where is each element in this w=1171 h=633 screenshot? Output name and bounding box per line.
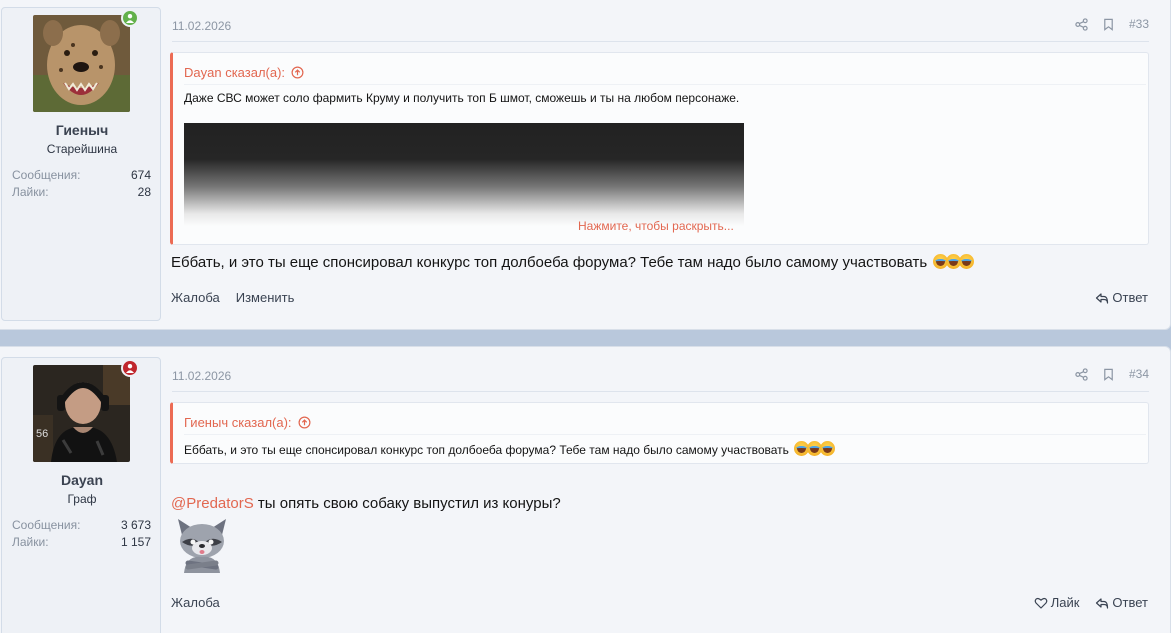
stat-messages: Сообщения: 674 bbox=[12, 168, 151, 182]
post-footer-left: Жалоба bbox=[171, 595, 220, 610]
user-info-panel: 56 Dayan Граф Сообщения: 3 673 Лайки: 1 … bbox=[1, 357, 161, 633]
share-icon[interactable] bbox=[1075, 367, 1088, 381]
expand-quote-link[interactable]: Нажмите, чтобы раскрыть... bbox=[578, 219, 734, 233]
post-message: Еббать, и это ты еще спонсировал конкурс… bbox=[171, 254, 975, 271]
stat-likes: Лайки: 1 157 bbox=[12, 535, 151, 549]
stat-label: Сообщения: bbox=[12, 518, 81, 532]
quote-header[interactable]: Dayan сказал(а): bbox=[184, 61, 1146, 85]
reply-label[interactable]: Ответ bbox=[1112, 595, 1148, 610]
quote-text: Еббать, и это ты еще спонсировал конкурс… bbox=[184, 441, 836, 457]
stat-likes: Лайки: 28 bbox=[12, 185, 151, 199]
arrow-up-circle-icon[interactable] bbox=[298, 416, 311, 429]
post-footer-left: Жалоба Изменить bbox=[171, 290, 294, 305]
stat-label: Сообщения: bbox=[12, 168, 81, 182]
username[interactable]: Гиеныч bbox=[2, 122, 162, 138]
quote-author[interactable]: Гиеныч сказал(а): bbox=[184, 415, 292, 430]
edit-button[interactable]: Изменить bbox=[236, 290, 295, 305]
like-button[interactable]: Лайк bbox=[1034, 595, 1080, 610]
stat-label: Лайки: bbox=[12, 185, 49, 199]
message-text: ты опять свою собаку выпустил из конуры? bbox=[253, 495, 561, 512]
avatar[interactable]: 56 bbox=[33, 365, 130, 462]
reply-icon bbox=[1096, 597, 1109, 609]
reply-icon bbox=[1096, 292, 1109, 304]
bookmark-icon[interactable] bbox=[1102, 368, 1115, 381]
post-date[interactable]: 11.02.2026 bbox=[172, 19, 231, 33]
quote-text: Даже СВС может соло фармить Круму и полу… bbox=[184, 91, 740, 105]
reply-button[interactable]: Ответ bbox=[1095, 290, 1148, 305]
post-number[interactable]: #33 bbox=[1129, 17, 1149, 31]
user-title: Старейшина bbox=[46, 142, 118, 156]
post-top-actions: #33 bbox=[1075, 17, 1149, 31]
online-status-icon bbox=[121, 9, 139, 27]
message-text: Еббать, и это ты еще спонсировал конкурс… bbox=[171, 254, 928, 271]
post-33: Гиеныч Старейшина Сообщения: 674 Лайки: … bbox=[0, 0, 1171, 330]
share-icon[interactable] bbox=[1075, 17, 1088, 31]
quote-block: Гиеныч сказал(а): Еббать, и это ты еще с… bbox=[170, 402, 1149, 464]
quote-text-content: Еббать, и это ты еще спонсировал конкурс… bbox=[184, 443, 789, 457]
svg-text:56: 56 bbox=[36, 428, 48, 440]
bookmark-icon[interactable] bbox=[1102, 18, 1115, 31]
avatar[interactable] bbox=[33, 15, 130, 112]
stat-value: 28 bbox=[137, 185, 151, 199]
user-title: Граф bbox=[67, 492, 97, 506]
like-label[interactable]: Лайк bbox=[1051, 595, 1080, 610]
quote-header[interactable]: Гиеныч сказал(а): bbox=[184, 411, 1146, 435]
post-message: @PredatorS ты опять свою собаку выпустил… bbox=[171, 495, 561, 512]
stat-value: 1 157 bbox=[120, 535, 151, 549]
heart-icon bbox=[1034, 597, 1048, 609]
quote-block: Dayan сказал(а): Даже СВС может соло фар… bbox=[170, 52, 1149, 245]
report-button[interactable]: Жалоба bbox=[171, 595, 220, 610]
quote-author[interactable]: Dayan сказал(а): bbox=[184, 65, 285, 80]
busy-status-icon bbox=[121, 359, 139, 377]
arrow-up-circle-icon[interactable] bbox=[291, 66, 304, 79]
post-footer-right: Лайк Ответ bbox=[1034, 595, 1148, 610]
header-divider bbox=[172, 391, 1149, 392]
post-34: 56 Dayan Граф Сообщения: 3 673 Лайки: 1 … bbox=[0, 346, 1171, 633]
header-divider bbox=[172, 41, 1149, 42]
report-button[interactable]: Жалоба bbox=[171, 290, 220, 305]
stat-value: 674 bbox=[130, 168, 151, 182]
raccoon-sticker-image bbox=[172, 515, 232, 575]
username[interactable]: Dayan bbox=[2, 472, 162, 488]
post-footer-right: Ответ bbox=[1095, 290, 1148, 305]
user-mention-link[interactable]: @PredatorS bbox=[171, 495, 254, 512]
stat-messages: Сообщения: 3 673 bbox=[12, 518, 151, 532]
hyena-avatar-image bbox=[33, 15, 130, 112]
post-date[interactable]: 11.02.2026 bbox=[172, 369, 231, 383]
reply-label[interactable]: Ответ bbox=[1112, 290, 1148, 305]
stat-value: 3 673 bbox=[120, 518, 151, 532]
rofl-emoji-icon bbox=[931, 254, 975, 271]
reply-button[interactable]: Ответ bbox=[1095, 595, 1148, 610]
user-info-panel: Гиеныч Старейшина Сообщения: 674 Лайки: … bbox=[1, 7, 161, 321]
rofl-emoji-icon bbox=[792, 441, 836, 457]
post-number[interactable]: #34 bbox=[1129, 367, 1149, 381]
quote-image bbox=[184, 123, 744, 226]
post-top-actions: #34 bbox=[1075, 367, 1149, 381]
stat-label: Лайки: bbox=[12, 535, 49, 549]
dayan-avatar-image: 56 bbox=[33, 365, 130, 462]
